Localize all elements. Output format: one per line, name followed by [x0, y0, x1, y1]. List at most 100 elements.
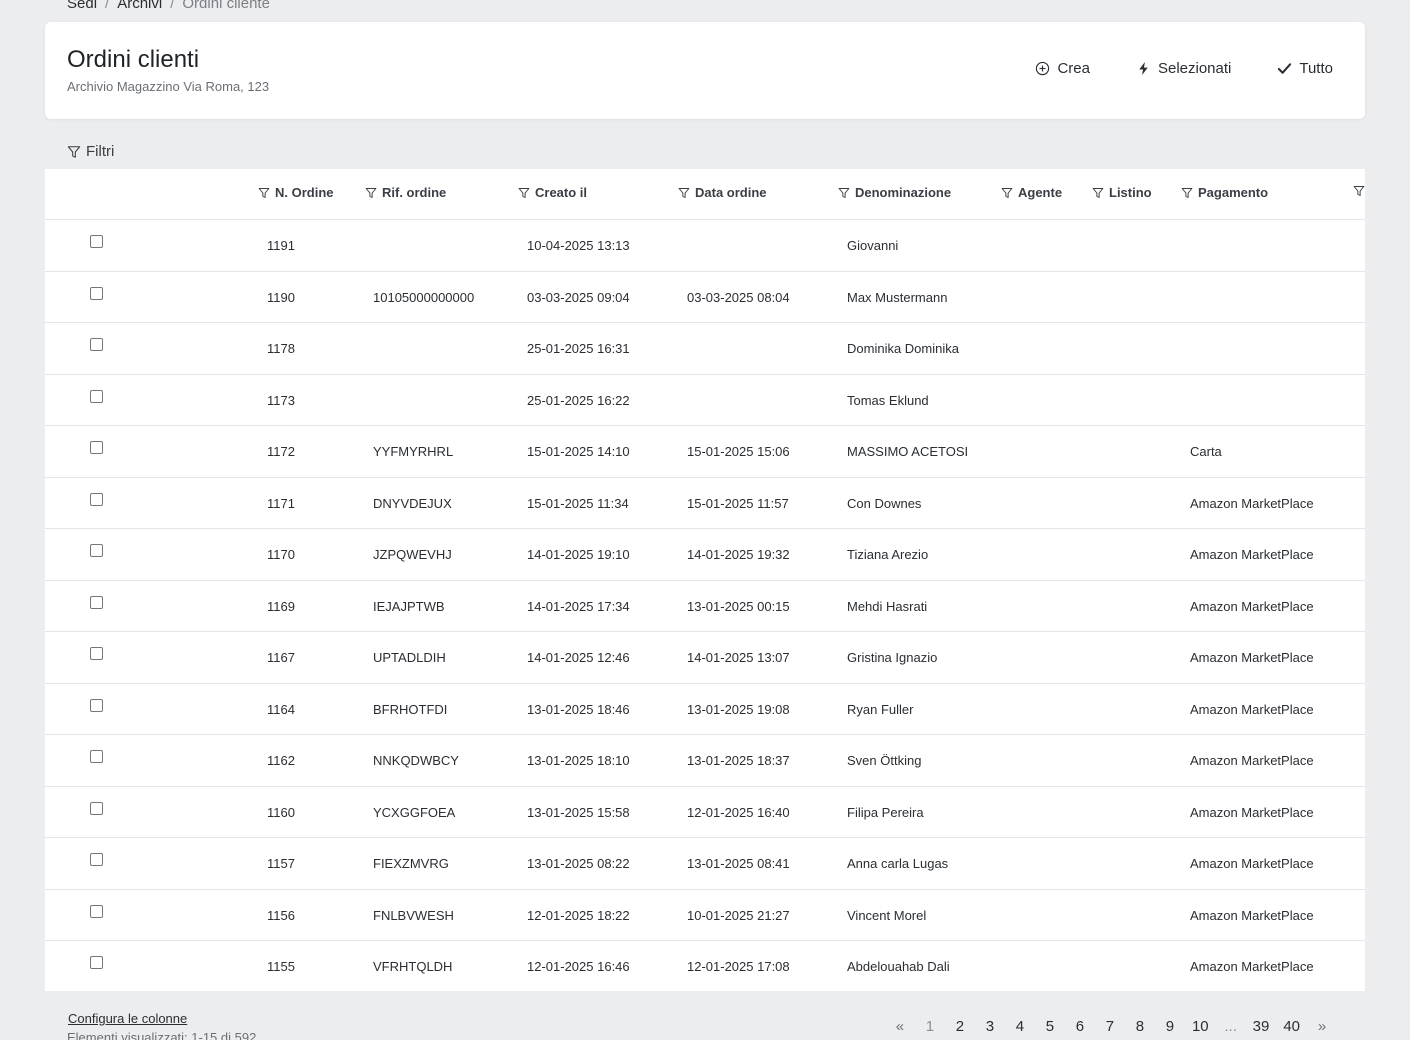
breadcrumb-sedi[interactable]: Sedi [67, 0, 97, 12]
cell-date: 13-01-2025 00:15 [687, 598, 790, 614]
row-checkbox[interactable] [90, 801, 103, 815]
table-row[interactable]: 1157 FIEXZMVRG 13-01-2025 08:22 13-01-2025 … [45, 838, 1365, 890]
cell-num: 1162 [267, 753, 295, 768]
pagination-page[interactable]: 8 [1125, 1018, 1155, 1035]
table-row[interactable]: 1190 10105000000000 03-03-2025 09:04 03-03-… [45, 272, 1365, 323]
cell-created: 25-01-2025 16:22 [527, 392, 630, 408]
table-row[interactable]: 1164 BFRHOTFDI 13-01-2025 18:46 13-01-2025 … [45, 684, 1365, 735]
pagination-page[interactable]: 6 [1065, 1018, 1095, 1035]
table-row[interactable]: 1155 VFRHTQLDH 12-01-2025 16:46 12-01-2025 … [45, 941, 1365, 991]
cell-num: 1157 [267, 856, 295, 871]
cell-payment: Amazon MarketPlace [1190, 907, 1314, 923]
pagination-prev[interactable]: « [885, 1018, 915, 1035]
cell-name: Dominika Dominika [847, 341, 959, 356]
column-header-label: Denominazione [855, 185, 952, 200]
filter-icon [1181, 187, 1193, 198]
pagination-page[interactable]: 7 [1095, 1018, 1125, 1035]
cell-name: Ryan Fuller [847, 701, 914, 717]
all-button[interactable]: Tutto [1267, 60, 1343, 77]
cell-payment: Amazon MarketPlace [1190, 547, 1314, 562]
all-button-label: Tutto [1299, 60, 1333, 77]
column-header-rif[interactable]: Rif. ordine [365, 185, 446, 200]
column-header-label: N. Ordine [275, 185, 334, 200]
table-row[interactable]: 1156 FNLBVWESH 12-01-2025 18:22 10-01-2025 … [45, 890, 1365, 941]
pagination-next[interactable]: » [1307, 1018, 1337, 1035]
column-header-date[interactable]: Data ordine [678, 185, 767, 200]
breadcrumb: Sedi / Archivi / Ordini cliente [67, 0, 270, 12]
column-header-agent[interactable]: Agente [1001, 185, 1062, 200]
create-button[interactable]: Crea [1025, 60, 1100, 77]
orders-table: N. Ordine Rif. ordine Creato il Data ordine… [45, 169, 1365, 991]
row-checkbox[interactable] [90, 492, 103, 506]
cell-created: 25-01-2025 16:31 [527, 341, 630, 356]
cell-created: 03-03-2025 09:04 [527, 289, 630, 305]
cell-name: Vincent Morel [847, 907, 927, 923]
header-card: Ordini clienti Archivio Magazzino Via Ro… [45, 22, 1365, 119]
lightning-icon [1139, 61, 1148, 76]
cell-payment: Amazon MarketPlace [1190, 856, 1314, 871]
cell-rif: 10105000000000 [373, 289, 475, 305]
table-row[interactable]: 1178 25-01-2025 16:31 Dominika Dominika [45, 323, 1365, 375]
column-header-more[interactable] [1353, 185, 1365, 197]
cell-name: Tomas Eklund [847, 392, 929, 408]
cell-date: 14-01-2025 19:32 [687, 547, 790, 562]
breadcrumb-archivi[interactable]: Archivi [117, 0, 162, 12]
row-checkbox[interactable] [90, 544, 103, 557]
pagination-page[interactable]: 10 [1185, 1018, 1216, 1035]
check-icon [1278, 63, 1292, 74]
table-row[interactable]: 1170 JZPQWEVHJ 14-01-2025 19:10 14-01-2025 … [45, 529, 1365, 581]
pagination-page[interactable]: 4 [1005, 1018, 1035, 1035]
cell-created: 14-01-2025 19:10 [527, 547, 630, 562]
selected-button[interactable]: Selezionati [1126, 60, 1241, 77]
pagination-page[interactable]: 2 [945, 1018, 975, 1035]
row-checkbox[interactable] [90, 286, 103, 300]
row-checkbox[interactable] [90, 595, 103, 609]
pagination-page[interactable]: 5 [1035, 1018, 1065, 1035]
page-title: Ordini clienti [67, 46, 200, 73]
column-header-list[interactable]: Listino [1092, 185, 1152, 200]
pagination-page[interactable]: 39 [1246, 1018, 1277, 1035]
row-checkbox[interactable] [90, 956, 103, 969]
column-header-created[interactable]: Creato il [518, 185, 587, 200]
table-row[interactable]: 1167 UPTADLDIH 14-01-2025 12:46 14-01-2025 … [45, 632, 1365, 684]
pagination-page[interactable]: 9 [1155, 1018, 1185, 1035]
row-checkbox[interactable] [90, 338, 103, 351]
row-checkbox[interactable] [90, 235, 103, 248]
header-actions: Crea Selezionati Tutto [1025, 60, 1343, 77]
row-checkbox[interactable] [90, 698, 103, 712]
row-checkbox[interactable] [90, 904, 103, 918]
cell-date: 14-01-2025 13:07 [687, 650, 790, 665]
table-row[interactable]: 1162 NNKQDWBCY 13-01-2025 18:10 13-01-2025 … [45, 735, 1365, 787]
cell-num: 1160 [267, 804, 295, 820]
pagination-page[interactable]: 3 [975, 1018, 1005, 1035]
items-count: Elementi visualizzati: 1-15 di 592 [67, 1030, 257, 1040]
cell-name: Mehdi Hasrati [847, 598, 928, 614]
row-checkbox[interactable] [90, 750, 103, 763]
filters-toggle[interactable]: Filtri [67, 143, 114, 160]
table-row[interactable]: 1191 10-04-2025 13:13 Giovanni [45, 220, 1365, 272]
column-header-payment[interactable]: Pagamento [1181, 185, 1268, 200]
cell-created: 10-04-2025 13:13 [527, 238, 630, 253]
cell-created: 13-01-2025 18:10 [527, 753, 630, 768]
table-row[interactable]: 1173 25-01-2025 16:22 Tomas Eklund [45, 375, 1365, 426]
configure-columns-link[interactable]: Configura le colonne [68, 1011, 187, 1026]
row-checkbox[interactable] [90, 647, 103, 660]
cell-payment: Amazon MarketPlace [1190, 598, 1314, 614]
column-header-name[interactable]: Denominazione [838, 185, 951, 200]
row-checkbox[interactable] [90, 441, 103, 454]
table-row[interactable]: 1171 DNYVDEJUX 15-01-2025 11:34 15-01-2025 … [45, 478, 1365, 529]
cell-name: MASSIMO ACETOSI [847, 444, 969, 459]
filter-icon [258, 187, 270, 198]
row-checkbox[interactable] [90, 853, 103, 866]
table-row[interactable]: 1160 YCXGGFOEA 13-01-2025 15:58 12-01-2025 … [45, 787, 1365, 838]
table-row[interactable]: 1172 YYFMYRHRL 15-01-2025 14:10 15-01-2025 … [45, 426, 1365, 478]
table-row[interactable]: 1169 IEJAJPTWB 14-01-2025 17:34 13-01-2025 … [45, 581, 1365, 632]
cell-date: 13-01-2025 19:08 [687, 701, 790, 717]
column-header-num[interactable]: N. Ordine [258, 185, 334, 200]
cell-name: Gristina Ignazio [847, 650, 938, 665]
pagination-page[interactable]: 1 [915, 1018, 945, 1035]
pagination-page[interactable]: 40 [1276, 1018, 1307, 1035]
cell-payment: Amazon MarketPlace [1190, 495, 1314, 511]
pagination-ellipsis[interactable]: ... [1216, 1018, 1246, 1035]
row-checkbox[interactable] [90, 389, 103, 403]
